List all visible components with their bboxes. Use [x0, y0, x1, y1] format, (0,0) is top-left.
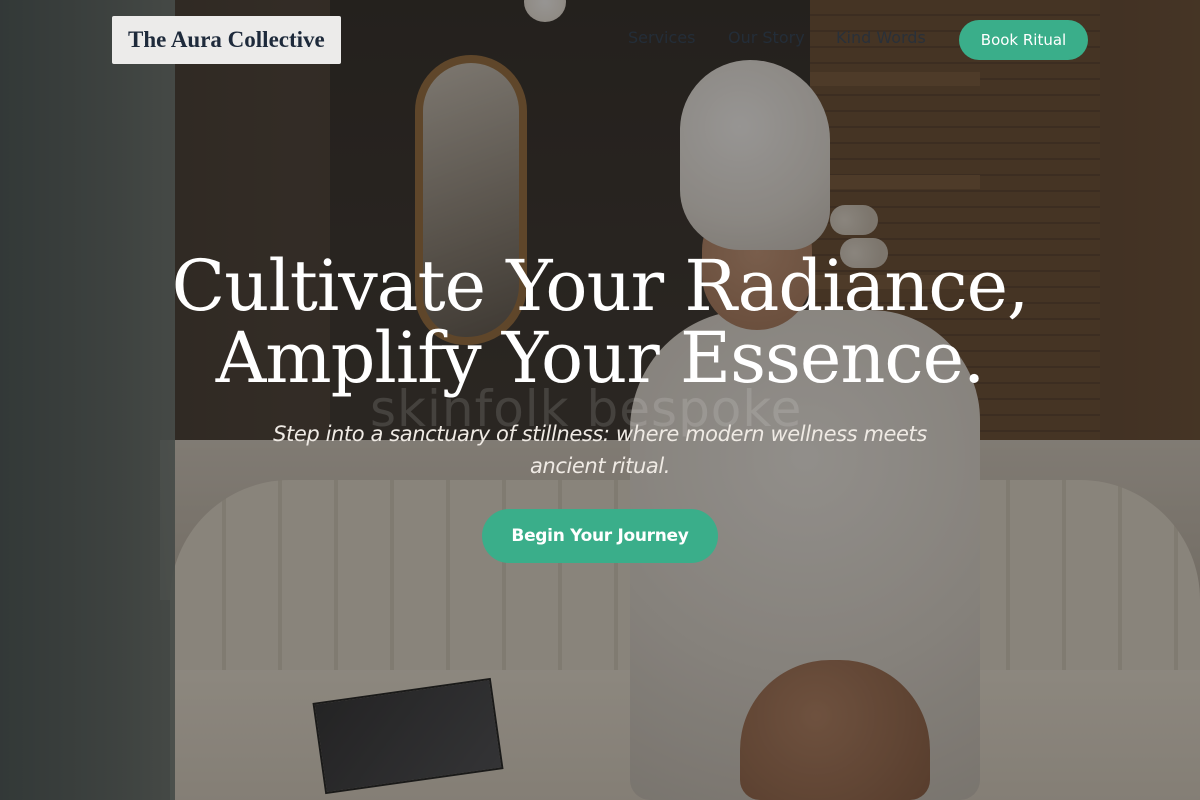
- hero-background-image: skinfolk bespoke: [0, 0, 1200, 800]
- nav-link-kind-words[interactable]: Kind Words: [836, 28, 926, 52]
- hero-subtitle: Step into a sanctuary of stillness: wher…: [273, 422, 927, 478]
- hero-title-line-1: Cultivate Your Radiance,: [171, 245, 1030, 327]
- brand-logo[interactable]: The Aura Collective: [112, 16, 341, 64]
- hero-title: Cultivate Your Radiance, Amplify Your Es…: [0, 250, 1200, 394]
- nav-link-services[interactable]: Services: [628, 28, 695, 52]
- site-header: The Aura Collective Services Our Story K…: [0, 0, 1200, 80]
- book-ritual-button[interactable]: Book Ritual: [959, 20, 1088, 60]
- hero-title-line-2: Amplify Your Essence.: [215, 317, 986, 399]
- nav-link-our-story[interactable]: Our Story: [728, 28, 805, 52]
- hero-section: Cultivate Your Radiance, Amplify Your Es…: [0, 250, 1200, 563]
- begin-journey-button[interactable]: Begin Your Journey: [482, 509, 718, 563]
